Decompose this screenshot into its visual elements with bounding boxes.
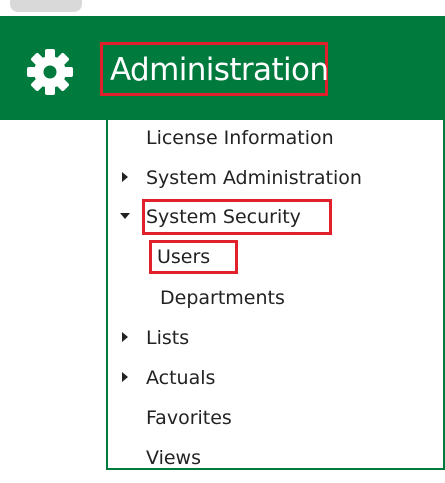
top-bar [0,0,445,16]
expand-actuals-icon[interactable] [122,372,128,382]
page-title[interactable]: Administration [110,50,329,90]
expand-lists-icon[interactable] [122,332,128,342]
menu-item-system-security[interactable]: System Security [146,205,301,229]
menu-item-actuals[interactable]: Actuals [146,366,215,390]
panel-left-border [106,120,108,470]
expand-system-administration-icon[interactable] [122,172,128,182]
menu-item-lists[interactable]: Lists [146,326,189,350]
menu-item-users[interactable]: Users [157,245,210,269]
menu-item-departments[interactable]: Departments [160,286,285,310]
admin-screen: Administration License Information Syste… [0,0,445,483]
menu-item-favorites[interactable]: Favorites [146,406,232,430]
gear-icon[interactable] [26,48,74,96]
top-tab[interactable] [10,0,82,12]
menu-item-views[interactable]: Views [146,446,201,470]
menu-item-license-information[interactable]: License Information [146,126,334,150]
menu-item-system-administration[interactable]: System Administration [146,166,362,190]
collapse-system-security-icon[interactable] [120,213,130,219]
